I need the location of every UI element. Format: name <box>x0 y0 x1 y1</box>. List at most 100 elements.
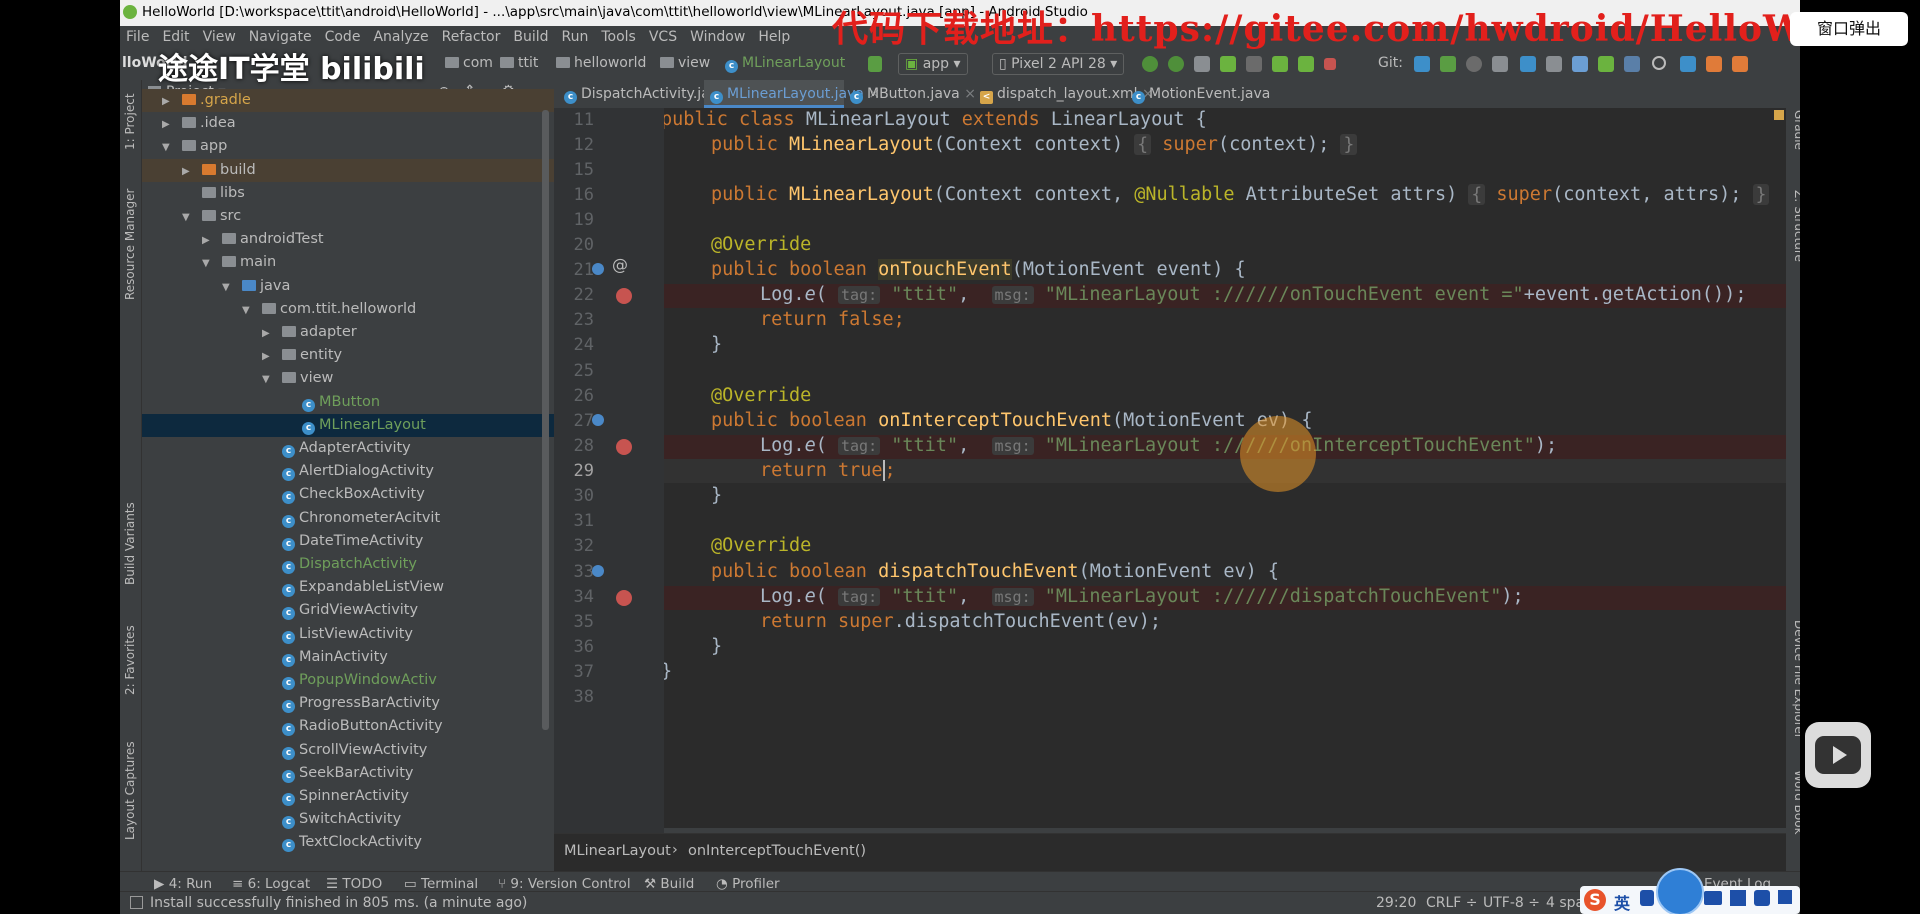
crumb-view[interactable]: view <box>660 55 710 71</box>
tree-item[interactable]: c SeekBarActivity <box>142 762 554 785</box>
play-icon[interactable] <box>1805 722 1871 788</box>
annotation-icon[interactable]: @ <box>612 257 628 273</box>
translate-icon[interactable] <box>1680 56 1696 72</box>
tree-item[interactable]: ▶ adapter <box>142 321 554 344</box>
project-tool-tab[interactable]: 1: Project <box>123 93 137 150</box>
tree-item[interactable]: c DateTimeActivity <box>142 530 554 553</box>
menu-help[interactable]: Help <box>752 26 797 45</box>
structure-tab[interactable]: Z: Structure <box>1792 190 1800 262</box>
gradle-tab[interactable]: Gradle <box>1792 110 1800 150</box>
crumb-helloworld[interactable]: helloworld <box>556 55 646 71</box>
keyboard-icon[interactable] <box>1704 891 1722 905</box>
editor-tab[interactable]: c MotionEvent.java <box>1126 80 1292 108</box>
override-icon[interactable] <box>592 414 604 426</box>
avd-manager-icon[interactable] <box>1598 56 1614 72</box>
crumb-class[interactable]: c MLinearLayout <box>725 55 845 73</box>
logcat-tool-button[interactable]: ≡ 6: Logcat <box>232 876 310 892</box>
tree-item[interactable]: c ScrollViewActivity <box>142 739 554 762</box>
indent-setting[interactable]: 4 spa <box>1546 895 1584 911</box>
chevron-right-icon[interactable]: ▶ <box>162 90 176 113</box>
build-variants-tab[interactable]: Build Variants <box>123 502 137 585</box>
terminal-tool-button[interactable]: ▭ Terminal <box>404 876 478 892</box>
menu-code[interactable]: Code <box>319 26 368 45</box>
menu-view[interactable]: View <box>197 26 243 45</box>
editor-tab[interactable]: cDispatchActivity.java × <box>558 80 743 108</box>
search-icon[interactable] <box>1652 56 1666 70</box>
chevron-right-icon[interactable]: ▶ <box>162 113 176 136</box>
menu-analyze[interactable]: Analyze <box>367 26 435 45</box>
tree-item[interactable]: c MButton <box>142 391 554 414</box>
tree-item[interactable]: c CheckBoxActivity <box>142 483 554 506</box>
stop-icon[interactable] <box>1324 58 1336 70</box>
tree-item[interactable]: ▶ androidTest <box>142 228 554 251</box>
history-icon[interactable] <box>1466 56 1482 72</box>
chevron-right-icon[interactable]: ▶ <box>182 160 196 183</box>
tree-item[interactable]: c RadioButtonActivity <box>142 715 554 738</box>
override-icon[interactable] <box>592 565 604 577</box>
tree-item[interactable]: ▶ build <box>142 158 554 183</box>
menu-navigate[interactable]: Navigate <box>243 26 319 45</box>
apply-changes-icon[interactable] <box>1142 56 1158 72</box>
git-update-icon[interactable] <box>1414 56 1430 72</box>
bug-icon[interactable] <box>1298 56 1314 72</box>
menu-tools[interactable]: Tools <box>595 26 643 45</box>
tree-item[interactable]: c DispatchActivity <box>142 553 554 576</box>
word-book-tab[interactable]: Word Book <box>1792 770 1800 835</box>
tree-item[interactable]: c SwitchActivity <box>142 808 554 831</box>
crumb-com[interactable]: com <box>445 55 493 71</box>
override-icon[interactable] <box>592 263 604 275</box>
tree-item[interactable]: ▼ app <box>142 135 554 158</box>
skin-icon[interactable] <box>1730 890 1746 906</box>
tree-item[interactable]: ▶ entity <box>142 344 554 367</box>
resource-manager-tab[interactable]: Resource Manager <box>123 189 137 300</box>
project-structure-icon[interactable] <box>1520 56 1536 72</box>
list-icon[interactable] <box>1194 56 1210 72</box>
chevron-down-icon[interactable]: ▼ <box>242 299 256 322</box>
sync-icon[interactable] <box>1572 56 1588 72</box>
apply-code-changes-icon[interactable] <box>1168 56 1184 72</box>
breakpoint-icon[interactable] <box>616 590 632 606</box>
device-file-explorer-tab[interactable]: Device File Explorer <box>1792 620 1800 739</box>
code-editor[interactable]: public class MLinearLayout extends Linea… <box>664 108 1786 833</box>
editor-tab[interactable]: c MLinearLayout.java × <box>704 80 880 108</box>
tree-item[interactable]: c ExpandableListView <box>142 576 554 599</box>
ime-language[interactable]: 英 <box>1614 890 1630 914</box>
build-tool-button[interactable]: ⚒ Build <box>644 876 694 892</box>
breadcrumb-class[interactable]: MLinearLayout <box>564 843 671 859</box>
menu-window[interactable]: Window <box>684 26 752 45</box>
menu-edit[interactable]: Edit <box>156 26 196 45</box>
chevron-down-icon[interactable]: ▼ <box>202 252 216 275</box>
breadcrumb-method[interactable]: onInterceptTouchEvent() <box>688 843 866 859</box>
profile-icon[interactable] <box>1246 56 1262 72</box>
tree-item[interactable]: c ChronometerAcitvit <box>142 507 554 530</box>
tree-item[interactable]: c MLinearLayout <box>142 413 554 437</box>
todo-tool-button[interactable]: ☰ TODO <box>326 876 382 892</box>
chevron-right-icon[interactable]: ▶ <box>262 322 276 345</box>
editor-tab[interactable]: < dispatch_layout.xml × <box>974 80 1154 108</box>
tree-item[interactable]: c PopupWindowActiv <box>142 669 554 692</box>
favorites-tab[interactable]: 2: Favorites <box>123 625 137 695</box>
hammer-icon[interactable] <box>868 56 882 72</box>
popup-window-button[interactable]: 窗口弹出 <box>1790 12 1908 46</box>
menu-run[interactable]: Run <box>556 26 596 45</box>
file-encoding[interactable]: UTF-8 ÷ <box>1483 895 1540 911</box>
cursor-position[interactable]: 29:20 <box>1376 895 1416 911</box>
tree-item[interactable]: c MainActivity <box>142 646 554 669</box>
tree-item[interactable]: c GridViewActivity <box>142 599 554 622</box>
layout-icon[interactable] <box>1546 56 1562 72</box>
chevron-down-icon[interactable]: ▼ <box>182 206 196 229</box>
tree-item[interactable]: ▼ com.ttit.helloworld <box>142 298 554 321</box>
punctuation-icon[interactable] <box>1640 890 1654 906</box>
tree-item[interactable]: c AdapterActivity <box>142 437 554 460</box>
tree-item[interactable]: ▶ .idea <box>142 112 554 135</box>
run-tool-button[interactable]: ▶ 4: Run <box>154 876 212 892</box>
tree-item[interactable]: ▼ src <box>142 205 554 228</box>
grid-icon[interactable] <box>1778 890 1792 904</box>
attach-debugger-icon[interactable] <box>1272 56 1288 72</box>
chevron-down-icon[interactable]: ▼ <box>222 276 236 299</box>
tree-item[interactable]: c AlertDialogActivity <box>142 460 554 483</box>
chevron-right-icon[interactable]: ▶ <box>262 345 276 368</box>
tree-item[interactable]: c SpinnerActivity <box>142 785 554 808</box>
chevron-right-icon[interactable]: ▶ <box>202 229 216 252</box>
tree-item[interactable]: ▼ view <box>142 367 554 390</box>
